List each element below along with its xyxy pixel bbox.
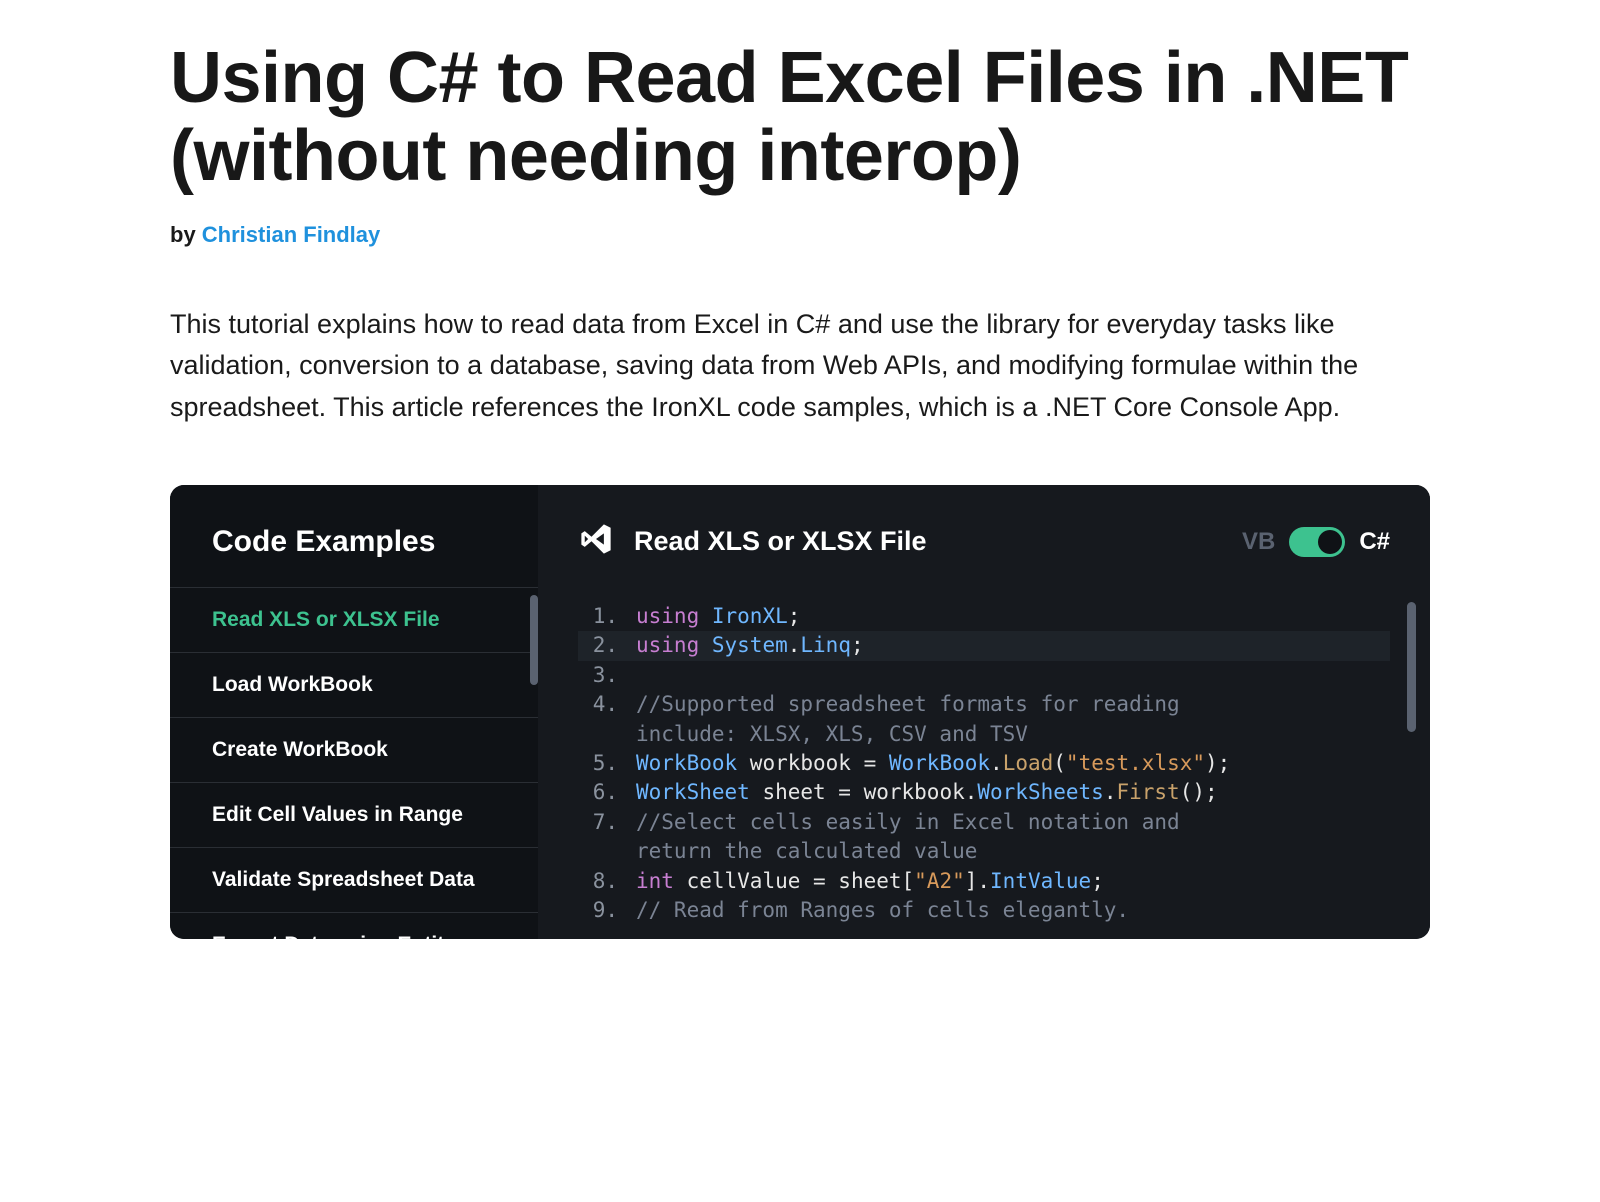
language-toggle-switch[interactable] bbox=[1289, 527, 1345, 557]
lang-vb-label[interactable]: VB bbox=[1242, 528, 1275, 556]
byline: by Christian Findlay bbox=[170, 222, 1430, 248]
code-line: 8 int cellValue = sheet["A2"].IntValue; bbox=[578, 867, 1390, 896]
sidebar-title: Code Examples bbox=[170, 525, 538, 587]
code-area: 1 using IronXL; 2 using System.Linq; 34 //Sup… bbox=[578, 602, 1390, 925]
code-main: Read XLS or XLSX File VB C# 1 using IronX… bbox=[538, 485, 1430, 939]
line-number: 6 bbox=[578, 778, 622, 807]
code-line: 3 bbox=[578, 661, 1390, 690]
sidebar-item[interactable]: Validate Spreadsheet Data bbox=[170, 848, 538, 913]
sidebar-item[interactable]: Edit Cell Values in Range bbox=[170, 783, 538, 848]
sidebar-scrollbar[interactable] bbox=[530, 595, 538, 685]
lang-cs-label[interactable]: C# bbox=[1359, 528, 1390, 556]
code-content: using IronXL; bbox=[636, 602, 800, 631]
code-line: 1 using IronXL; bbox=[578, 602, 1390, 631]
code-line: 5 WorkBook workbook = WorkBook.Load("test… bbox=[578, 749, 1390, 778]
line-number: 3 bbox=[578, 661, 622, 690]
line-number: 4 bbox=[578, 690, 622, 719]
code-content: WorkBook workbook = WorkBook.Load("test.… bbox=[636, 749, 1230, 778]
code-content: return the calculated value bbox=[636, 837, 977, 866]
code-examples-sidebar: Code Examples Read XLS or XLSX FileLoad … bbox=[170, 485, 538, 939]
code-line: 7 //Select cells easily in Excel notation… bbox=[578, 808, 1390, 837]
code-line: include: XLSX, XLS, CSV and TSV bbox=[578, 720, 1390, 749]
line-number: 7 bbox=[578, 808, 622, 837]
code-content: using System.Linq; bbox=[636, 631, 864, 660]
code-example-title: Read XLS or XLSX File bbox=[634, 526, 927, 557]
page-title: Using C# to Read Excel Files in .NET (wi… bbox=[170, 40, 1430, 196]
intro-paragraph: This tutorial explains how to read data … bbox=[170, 304, 1430, 430]
code-content: // Read from Ranges of cells elegantly. bbox=[636, 896, 1129, 925]
code-content: WorkSheet sheet = workbook.WorkSheets.Fi… bbox=[636, 778, 1218, 807]
line-number: 8 bbox=[578, 867, 622, 896]
sidebar-item[interactable]: Read XLS or XLSX File bbox=[170, 588, 538, 653]
main-title-group: Read XLS or XLSX File bbox=[578, 521, 927, 562]
line-number: 9 bbox=[578, 896, 622, 925]
code-scrollbar[interactable] bbox=[1407, 602, 1416, 732]
code-line: 2 using System.Linq; bbox=[578, 631, 1390, 660]
line-number: 2 bbox=[578, 631, 622, 660]
code-content: int cellValue = sheet["A2"].IntValue; bbox=[636, 867, 1104, 896]
author-link[interactable]: Christian Findlay bbox=[202, 222, 380, 247]
code-main-header: Read XLS or XLSX File VB C# bbox=[578, 521, 1390, 562]
byline-prefix: by bbox=[170, 222, 202, 247]
language-toggle: VB C# bbox=[1242, 527, 1390, 557]
sidebar-item[interactable]: Export Data using Entity bbox=[170, 913, 538, 939]
code-line: 6 WorkSheet sheet = workbook.WorkSheets.F… bbox=[578, 778, 1390, 807]
code-content: include: XLSX, XLS, CSV and TSV bbox=[636, 720, 1028, 749]
code-panel: Code Examples Read XLS or XLSX FileLoad … bbox=[170, 485, 1430, 939]
line-number: 1 bbox=[578, 602, 622, 631]
sidebar-item[interactable]: Load WorkBook bbox=[170, 653, 538, 718]
toggle-knob bbox=[1318, 530, 1342, 554]
sidebar-item[interactable]: Create WorkBook bbox=[170, 718, 538, 783]
sidebar-list: Read XLS or XLSX FileLoad WorkBookCreate… bbox=[170, 587, 538, 939]
line-number: 5 bbox=[578, 749, 622, 778]
code-line: 4 //Supported spreadsheet formats for rea… bbox=[578, 690, 1390, 719]
code-line: return the calculated value bbox=[578, 837, 1390, 866]
code-line: 9 // Read from Ranges of cells elegantly. bbox=[578, 896, 1390, 925]
code-block: 1 using IronXL; 2 using System.Linq; 34 //Sup… bbox=[578, 602, 1390, 925]
code-content: //Supported spreadsheet formats for read… bbox=[636, 690, 1192, 719]
code-content: //Select cells easily in Excel notation … bbox=[636, 808, 1192, 837]
visual-studio-icon bbox=[578, 521, 614, 562]
